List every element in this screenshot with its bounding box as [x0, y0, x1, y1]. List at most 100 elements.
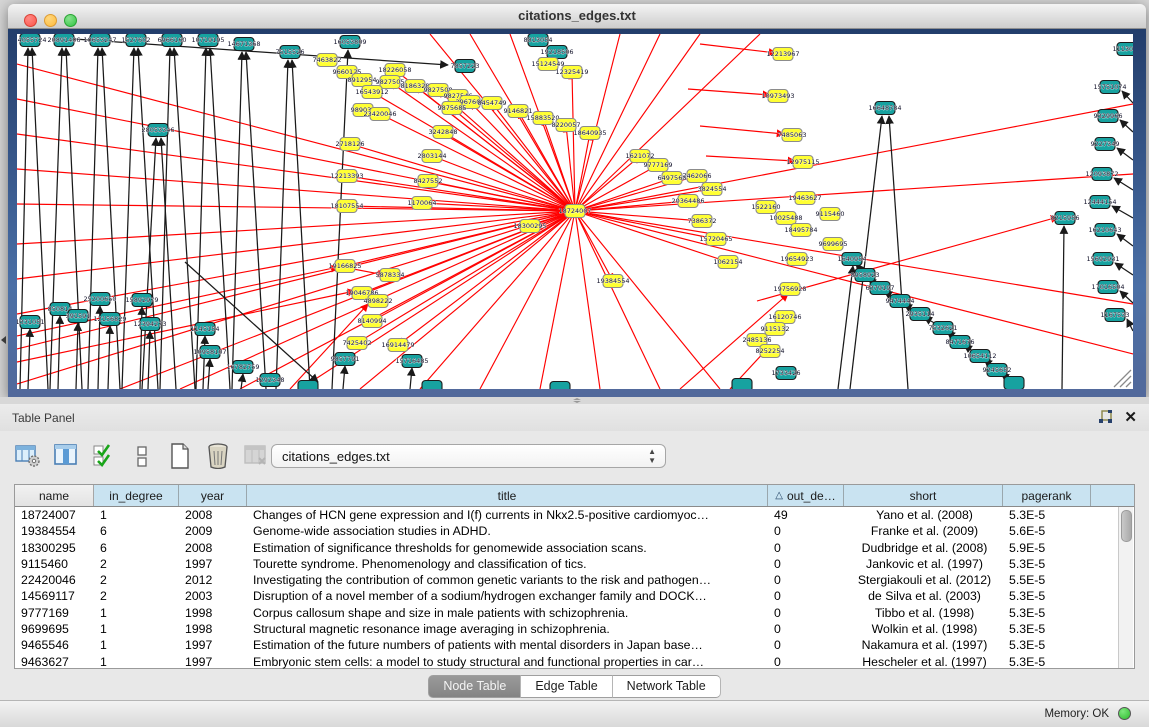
graph-node[interactable]: 18107554	[330, 200, 363, 213]
graph-node[interactable]: 8958923	[851, 269, 880, 282]
table-cell[interactable]: 2009	[179, 523, 247, 539]
table-cell[interactable]: 5.9E-5	[1003, 540, 1091, 556]
table-cell[interactable]: 0	[768, 572, 844, 588]
graph-node[interactable]	[732, 379, 752, 390]
graph-node[interactable]: 8471676	[946, 336, 975, 349]
graph-node[interactable]: 16210643	[1088, 224, 1121, 237]
table-cell[interactable]: 2	[94, 572, 179, 588]
graph-node[interactable]: 12213967	[766, 48, 799, 61]
table-settings-button[interactable]	[14, 443, 41, 470]
graph-node[interactable]: 9857791	[331, 353, 360, 366]
graph-node[interactable]: 2935114	[906, 308, 935, 321]
table-cell[interactable]: 2003	[179, 588, 247, 604]
graph-node[interactable]: 8427552	[414, 175, 443, 188]
graph-node[interactable]: 10653247	[83, 34, 116, 47]
graph-node[interactable]: 7425402	[343, 337, 372, 350]
graph-node[interactable]: 9875685	[438, 102, 467, 115]
table-row[interactable]: 946362711997Embryonic stem cells: a mode…	[15, 654, 1134, 670]
table-cell[interactable]: 0	[768, 637, 844, 653]
column-header-short[interactable]: short	[844, 485, 1003, 506]
table-cell[interactable]: 0	[768, 556, 844, 572]
table-cell[interactable]: 9465546	[15, 637, 94, 653]
graph-node[interactable]: 8912954	[348, 74, 377, 87]
graph-node[interactable]: 16914479	[381, 339, 414, 352]
scrollbar-thumb[interactable]	[1121, 510, 1132, 542]
graph-node[interactable]: 8140994	[358, 315, 387, 328]
graph-node[interactable]: 1733426	[772, 367, 801, 380]
table-cell[interactable]: 9463627	[15, 654, 94, 670]
table-row[interactable]: 969969511998Structural magnetic resonanc…	[15, 621, 1134, 637]
graph-node[interactable]: 7515526	[276, 46, 305, 59]
table-cell[interactable]: 1997	[179, 637, 247, 653]
graph-node[interactable]: 1170064	[408, 197, 437, 210]
graph-node[interactable]: 6379197	[866, 282, 895, 295]
horizontal-splitter[interactable]	[0, 397, 1149, 404]
graph-node[interactable]: 17016504	[1091, 281, 1124, 294]
graph-node[interactable]: 8454749	[478, 97, 507, 110]
checkbox-list-button[interactable]	[128, 443, 155, 470]
graph-node[interactable]: 7386372	[688, 215, 717, 228]
table-cell[interactable]: 5.5E-5	[1003, 572, 1091, 588]
graph-node[interactable]: 3242848	[429, 126, 458, 139]
table-cell[interactable]: Estimation of the future numbers of pati…	[247, 637, 768, 653]
table-cell[interactable]: Franke et al. (2009)	[844, 523, 1003, 539]
canvas-resize-handle[interactable]	[1114, 370, 1131, 387]
graph-node[interactable]: 20891406	[47, 34, 80, 47]
table-cell[interactable]: 1997	[179, 654, 247, 670]
table-cell[interactable]: Investigating the contribution of common…	[247, 572, 768, 588]
table-cell[interactable]: Embryonic stem cells: a model to study s…	[247, 654, 768, 670]
tab-network-table[interactable]: Network Table	[613, 675, 721, 698]
network-window-titlebar[interactable]: citations_edges.txt	[8, 4, 1146, 29]
graph-node[interactable]: 19756928	[773, 283, 806, 296]
table-row[interactable]: 946554611997Estimation of the future num…	[15, 637, 1134, 653]
graph-node[interactable]: 9329966	[1094, 110, 1123, 123]
graph-node[interactable]: 23420046	[363, 108, 396, 121]
table-row[interactable]: 1938455462009Genome-wide association stu…	[15, 523, 1134, 539]
memory-ok-indicator-icon[interactable]	[1118, 707, 1131, 720]
column-header-title[interactable]: title	[247, 485, 768, 506]
graph-node[interactable]: 12093872	[1085, 168, 1118, 181]
graph-node[interactable]: 14055724	[17, 34, 47, 47]
graph-node[interactable]: 1331051	[17, 316, 44, 329]
graph-node[interactable]: 9115460	[816, 208, 845, 221]
table-cell[interactable]: 0	[768, 523, 844, 539]
graph-node[interactable]: 1527602	[122, 34, 151, 47]
column-header-indegree[interactable]: in_degree	[94, 485, 179, 506]
table-cell[interactable]: Nakamura et al. (1997)	[844, 637, 1003, 653]
graph-node[interactable]: 8252254	[756, 345, 785, 358]
table-cell[interactable]: 1	[94, 621, 179, 637]
table-cell[interactable]: Disruption of a novel member of a sodium…	[247, 588, 768, 604]
column-header-year[interactable]: year	[179, 485, 247, 506]
table-cell[interactable]: 1	[94, 654, 179, 670]
table-cell[interactable]: Jankovic et al. (1997)	[844, 556, 1003, 572]
table-cell[interactable]: Stergiakouli et al. (2012)	[844, 572, 1003, 588]
graph-node[interactable]: 1167533	[1101, 309, 1130, 322]
graph-node[interactable]: 7532621	[929, 322, 958, 335]
graph-node[interactable]	[550, 382, 570, 390]
table-cell[interactable]: Estimation of significance thresholds fo…	[247, 540, 768, 556]
graph-node[interactable]: 12975115	[786, 156, 819, 169]
graph-node[interactable]: 16648784	[868, 102, 901, 115]
table-cell[interactable]: de Silva et al. (2003)	[844, 588, 1003, 604]
table-cell[interactable]: 2	[94, 556, 179, 572]
table-cell[interactable]: Tourette syndrome. Phenomenology and cla…	[247, 556, 768, 572]
table-cell[interactable]: 5.6E-5	[1003, 523, 1091, 539]
table-cell[interactable]: 1998	[179, 605, 247, 621]
graph-node[interactable]: 15716485	[395, 355, 428, 368]
graph-node[interactable]: 10654112	[963, 350, 996, 363]
graph-node[interactable]: 18226058	[378, 64, 411, 77]
table-cell[interactable]: 9777169	[15, 605, 94, 621]
table-cell[interactable]: 1997	[179, 556, 247, 572]
graph-node[interactable]: 16120746	[768, 311, 801, 324]
graph-node[interactable]: 9245652	[983, 364, 1012, 377]
graph-node[interactable]: 19654923	[780, 253, 813, 266]
table-cell[interactable]: 19384554	[15, 523, 94, 539]
table-cell[interactable]: 9699695	[15, 621, 94, 637]
table-cell[interactable]: 5.3E-5	[1003, 556, 1091, 572]
graph-node[interactable]: 18300295	[513, 220, 546, 233]
table-cell[interactable]: 0	[768, 621, 844, 637]
graph-node[interactable]: 15692931	[1086, 253, 1119, 266]
graph-node[interactable]: 18495784	[784, 224, 817, 237]
graph-node[interactable]: 10973493	[761, 90, 794, 103]
table-cell[interactable]: Wolkin et al. (1998)	[844, 621, 1003, 637]
